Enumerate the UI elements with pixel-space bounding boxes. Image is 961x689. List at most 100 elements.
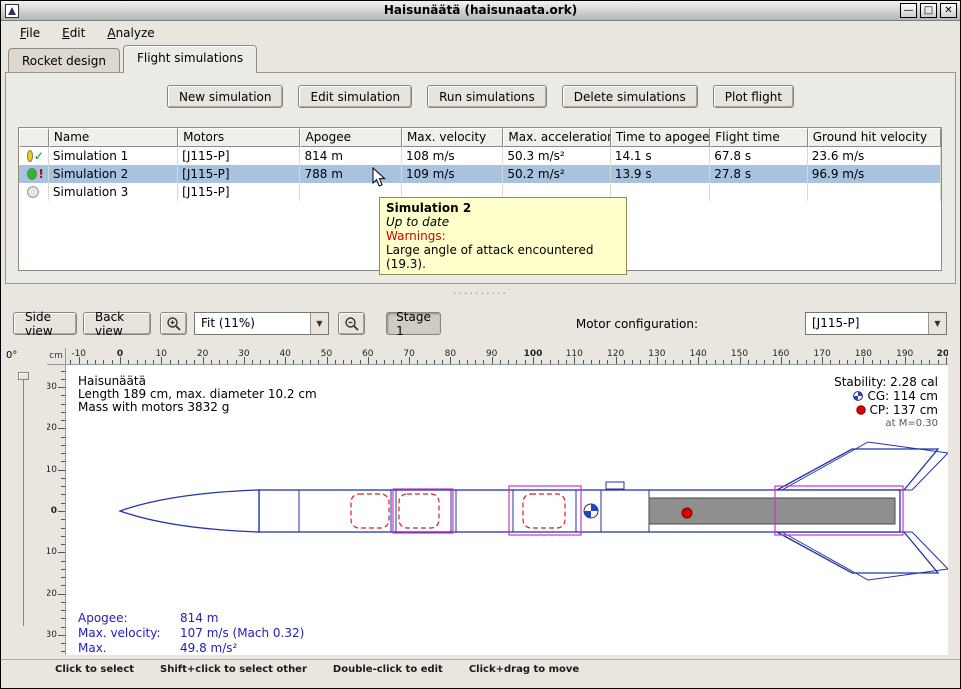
ruler-tick	[525, 360, 526, 364]
ruler-tick	[508, 360, 509, 364]
flight-info-label: Apogee:	[78, 611, 180, 626]
ruler-tick	[61, 404, 65, 405]
ruler-tick	[58, 511, 65, 512]
warning-icon: !	[38, 168, 43, 180]
ruler-label: 180	[855, 349, 872, 359]
status-hint: Click to select	[55, 664, 134, 675]
ruler-tick	[723, 360, 724, 364]
ruler-tick	[541, 360, 542, 364]
table-cell: 108 m/s	[402, 147, 503, 165]
ruler-tick	[87, 360, 88, 364]
ruler-tick	[706, 360, 707, 364]
column-header[interactable]: Motors	[178, 128, 300, 147]
ruler-tick	[335, 360, 336, 364]
minimize-button[interactable]: —	[900, 3, 917, 18]
close-button[interactable]: ✕	[940, 3, 957, 18]
motor-configuration-select[interactable]: [J115-P] ▼	[805, 312, 947, 335]
ruler-tick	[756, 360, 757, 364]
table-body: ✓Simulation 1[J115-P]814 m108 m/s50.3 m/…	[19, 147, 941, 201]
tab-rocket-design[interactable]: Rocket design	[8, 48, 120, 73]
view-toolbar: Side view Back view Fit (11%) ▼	[1, 312, 960, 338]
side-view-button[interactable]: Side view	[13, 312, 77, 335]
flight-info-row: Max. velocity:107 m/s (Mach 0.32)	[78, 626, 304, 641]
check-icon: ✓	[34, 150, 44, 162]
table-cell: Simulation 3	[49, 183, 178, 201]
table-cell: 50.2 m/s²	[503, 165, 610, 183]
ruler-tick	[384, 360, 385, 364]
rotation-slider-handle[interactable]	[18, 372, 29, 380]
ruler-tick	[467, 360, 468, 364]
status-cell	[19, 183, 49, 201]
flight-info-row: Max. acceleration:49.8 m/s²	[78, 641, 304, 655]
table-cell: 14.1 s	[611, 147, 710, 165]
plot-flight-button[interactable]: Plot flight	[713, 85, 794, 108]
column-header[interactable]: Flight time	[710, 128, 807, 147]
status-cell: ✓	[19, 147, 49, 165]
ruler-tick	[178, 360, 179, 364]
run-simulations-button[interactable]: Run simulations	[427, 85, 547, 108]
table-cell: 96.9 m/s	[808, 165, 941, 183]
ruler-tick	[61, 494, 65, 495]
tab-flight-simulations[interactable]: Flight simulations	[123, 45, 257, 73]
table-cell: 814 m	[300, 147, 401, 165]
table-row[interactable]: ✓Simulation 1[J115-P]814 m108 m/s50.3 m/…	[19, 147, 941, 165]
ruler-label: 40	[279, 349, 290, 359]
zoom-out-button[interactable]	[338, 312, 365, 335]
new-simulation-button[interactable]: New simulation	[167, 85, 284, 108]
ruler-tick	[61, 528, 65, 529]
ruler-label: 130	[648, 349, 665, 359]
menu-file[interactable]: File	[11, 24, 49, 42]
delete-simulations-button[interactable]: Delete simulations	[562, 85, 698, 108]
table-cell	[808, 183, 941, 201]
column-header[interactable]: Max. velocity	[402, 128, 503, 147]
column-header[interactable]: Apogee	[300, 128, 401, 147]
rocket-mass: Mass with motors 3832 g	[78, 401, 317, 414]
ruler-tick	[665, 360, 666, 364]
zoom-in-button[interactable]	[160, 312, 187, 335]
ruler-tick	[61, 395, 65, 396]
pane-splitter[interactable]: ··········	[1, 285, 960, 303]
maximize-button[interactable]: □	[920, 3, 937, 18]
menu-edit[interactable]: Edit	[53, 24, 94, 42]
ruler-tick	[61, 379, 65, 380]
ruler-label: 20	[47, 589, 57, 599]
column-header[interactable]	[19, 128, 49, 147]
ruler-tick	[550, 360, 551, 364]
ruler-label: 110	[566, 349, 583, 359]
ruler-tick	[58, 428, 65, 429]
ruler-tick	[58, 387, 65, 388]
column-header[interactable]: Time to apogee	[611, 128, 710, 147]
ruler-tick	[649, 360, 650, 364]
window-title: Haisunäätä (haisunaata.ork)	[1, 3, 960, 17]
menu-analyze[interactable]: Analyze	[98, 24, 163, 42]
column-header[interactable]: Max. acceleration	[503, 128, 610, 147]
ruler-label: 120	[607, 349, 624, 359]
column-header[interactable]: Name	[49, 128, 178, 147]
ruler-tick	[61, 544, 65, 545]
table-cell: Simulation 2	[49, 165, 178, 183]
edit-simulation-button[interactable]: Edit simulation	[298, 85, 412, 108]
ruler-tick	[483, 360, 484, 364]
ruler-tick	[61, 371, 65, 372]
table-row[interactable]: !Simulation 2[J115-P]788 m109 m/s50.2 m/…	[19, 165, 941, 183]
ruler-tick	[558, 360, 559, 364]
ruler-tick	[475, 360, 476, 364]
rocket-canvas[interactable]: Haisunäätä Length 189 cm, max. diameter …	[66, 365, 948, 655]
stability-info: Stability: 2.28 cal CG: 114 cm CP: 137 c…	[834, 375, 938, 431]
ruler-tick	[459, 360, 460, 364]
table-cell: 23.6 m/s	[808, 147, 941, 165]
ruler-tick	[293, 360, 294, 364]
column-header[interactable]: Ground hit velocity	[808, 128, 941, 147]
ruler-tick	[61, 437, 65, 438]
ruler-tick	[632, 360, 633, 364]
stage-1-toggle[interactable]: Stage 1	[386, 312, 441, 335]
ruler-tick	[153, 360, 154, 364]
ruler-tick	[269, 360, 270, 364]
ruler-tick	[343, 360, 344, 364]
simulation-tooltip: Simulation 2 Up to date Warnings: Large …	[379, 197, 627, 275]
zoom-select[interactable]: Fit (11%) ▼	[194, 312, 329, 335]
ruler-tick	[61, 643, 65, 644]
back-view-button[interactable]: Back view	[83, 312, 151, 335]
fin-bottom	[777, 532, 938, 573]
ruler-unit-label: cm	[47, 348, 66, 365]
